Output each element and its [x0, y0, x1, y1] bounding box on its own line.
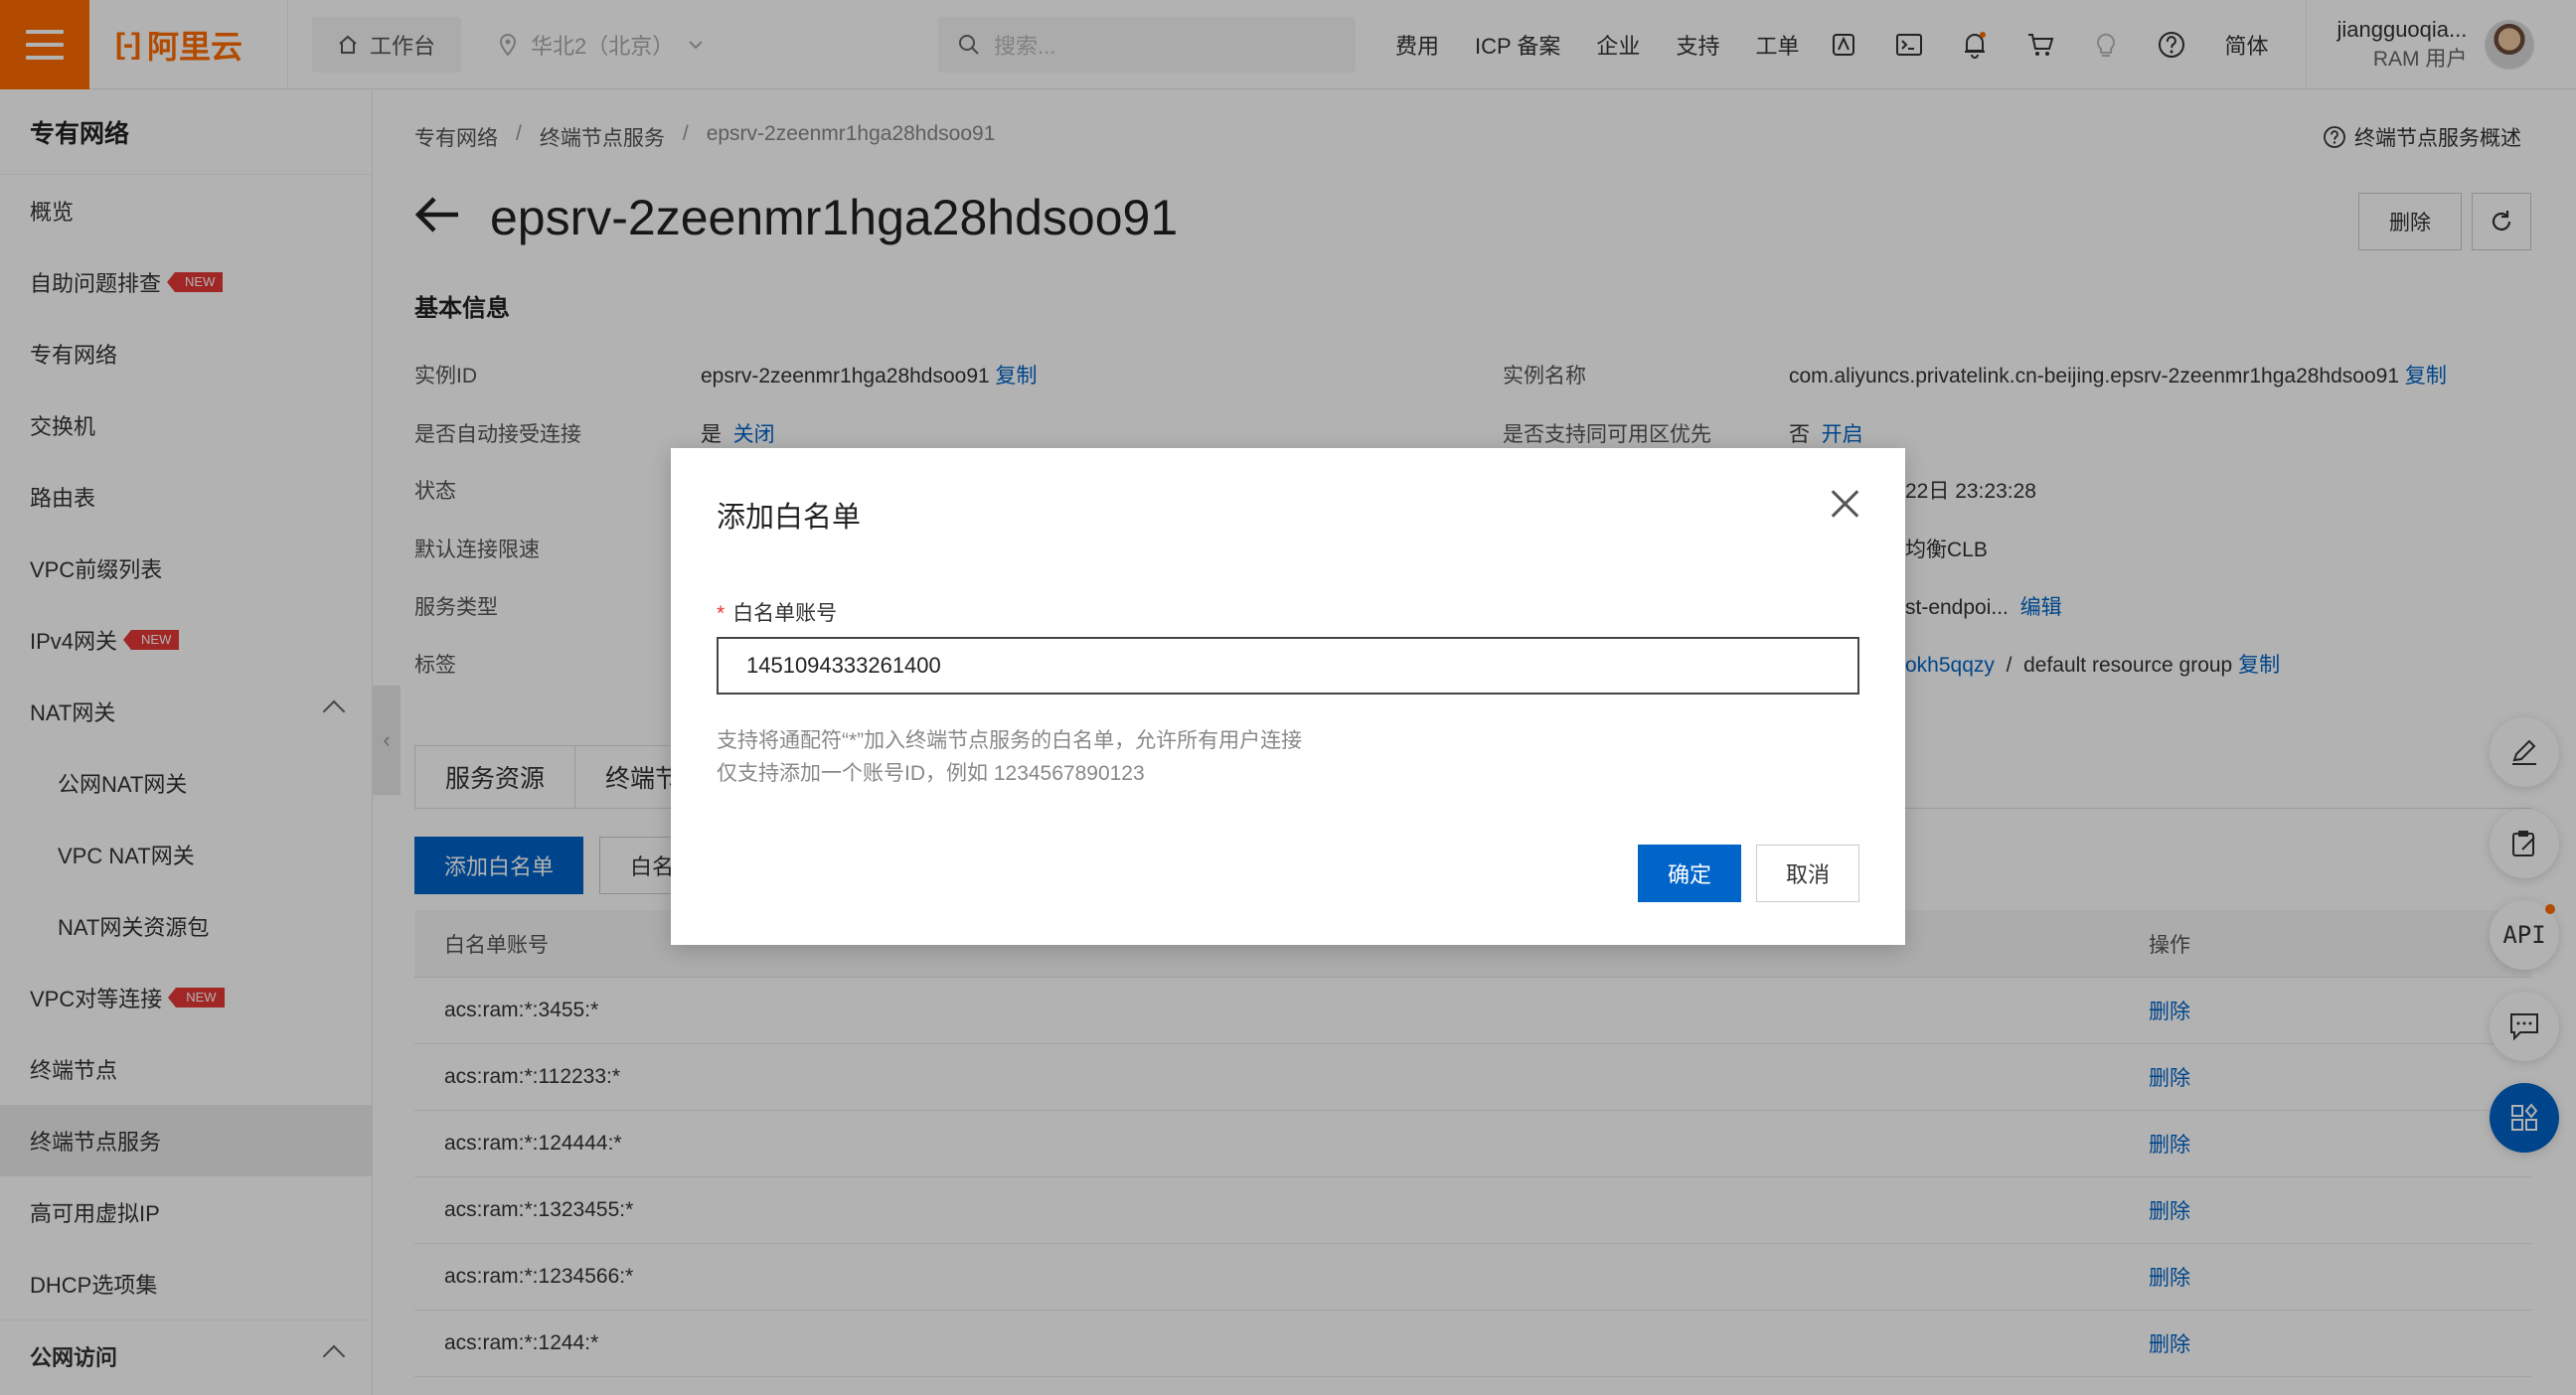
close-icon[interactable]: [1826, 484, 1865, 524]
whitelist-account-label: * 白名单账号: [717, 597, 837, 627]
whitelist-account-input[interactable]: [717, 637, 1859, 695]
confirm-button[interactable]: 确定: [1638, 845, 1741, 902]
single-account-hint: 仅支持添加一个账号ID，例如 1234567890123: [717, 762, 1145, 785]
dialog-title: 添加白名单: [717, 502, 862, 534]
cancel-button[interactable]: 取消: [1756, 845, 1859, 902]
required-mark: *: [717, 602, 725, 625]
wildcard-hint: 支持将通配符“*”加入终端节点服务的白名单，允许所有用户连接: [717, 729, 1303, 752]
add-whitelist-dialog: 添加白名单 * 白名单账号 支持将通配符“*”加入终端节点服务的白名单，允许所有用…: [671, 448, 1905, 945]
field-label-text: 白名单账号: [732, 602, 838, 625]
